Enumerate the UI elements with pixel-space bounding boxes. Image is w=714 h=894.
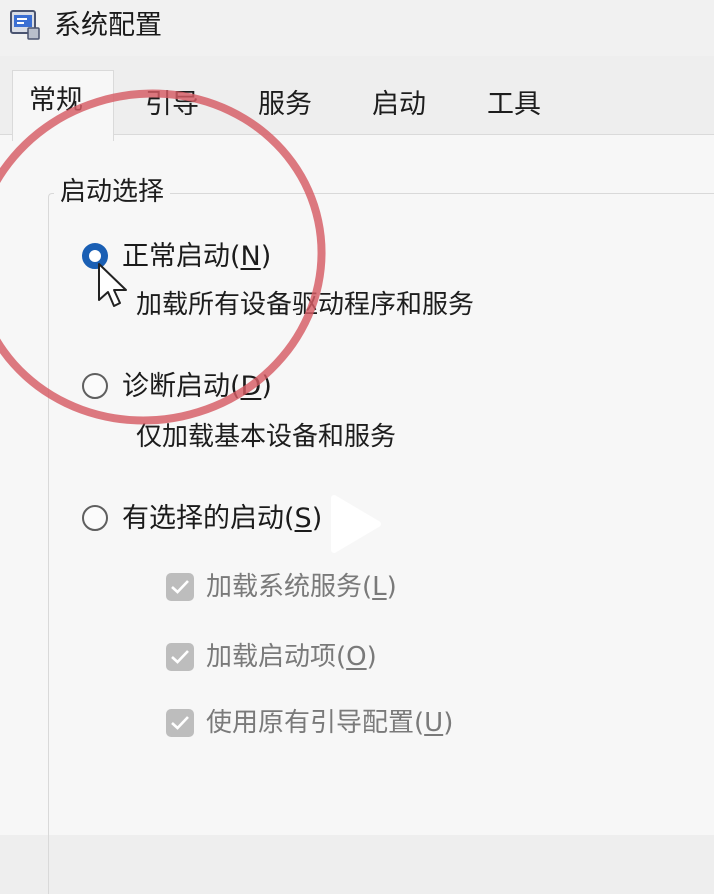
title-bar: 系统配置: [0, 0, 714, 56]
checkmark-icon: [171, 650, 189, 664]
group-label: 启动选择: [54, 175, 171, 209]
tab-strip: 常规 引导 服务 启动 工具: [0, 70, 714, 141]
option-description: 加载所有设备驱动程序和服务: [136, 290, 475, 320]
general-tab-panel: 启动选择 正常启动(N) 加载所有设备驱动程序和服务 诊断启动(D) 仅加载基本…: [0, 134, 714, 894]
window-title: 系统配置: [54, 10, 162, 41]
checkmark-icon: [171, 580, 189, 594]
tab-general[interactable]: 常规: [12, 70, 114, 141]
radio-button[interactable]: [82, 505, 108, 531]
radio-label: 诊断启动(D): [122, 371, 272, 402]
tab-tools[interactable]: 工具: [487, 76, 541, 134]
option-description: 仅加载基本设备和服务: [136, 422, 397, 452]
checkbox: [166, 709, 194, 737]
radio-label: 有选择的启动(S): [122, 503, 323, 534]
tab-label: 常规: [29, 85, 83, 116]
checkbox: [166, 643, 194, 671]
checkbox-label: 加载启动项(O): [206, 642, 377, 672]
checkbox-label: 加载系统服务(L): [206, 572, 397, 602]
mouse-cursor-icon: [96, 262, 130, 314]
checkmark-icon: [171, 716, 189, 730]
tab-startup[interactable]: 启动: [372, 76, 426, 134]
checkbox: [166, 573, 194, 601]
msconfig-app-icon: [8, 8, 42, 42]
radio-button[interactable]: [82, 373, 108, 399]
radio-label: 正常启动(N): [122, 241, 272, 272]
tab-boot[interactable]: 引导: [145, 76, 199, 134]
checkbox-label: 使用原有引导配置(U): [206, 708, 454, 738]
tab-services[interactable]: 服务: [258, 76, 312, 134]
video-play-icon: [328, 494, 382, 558]
